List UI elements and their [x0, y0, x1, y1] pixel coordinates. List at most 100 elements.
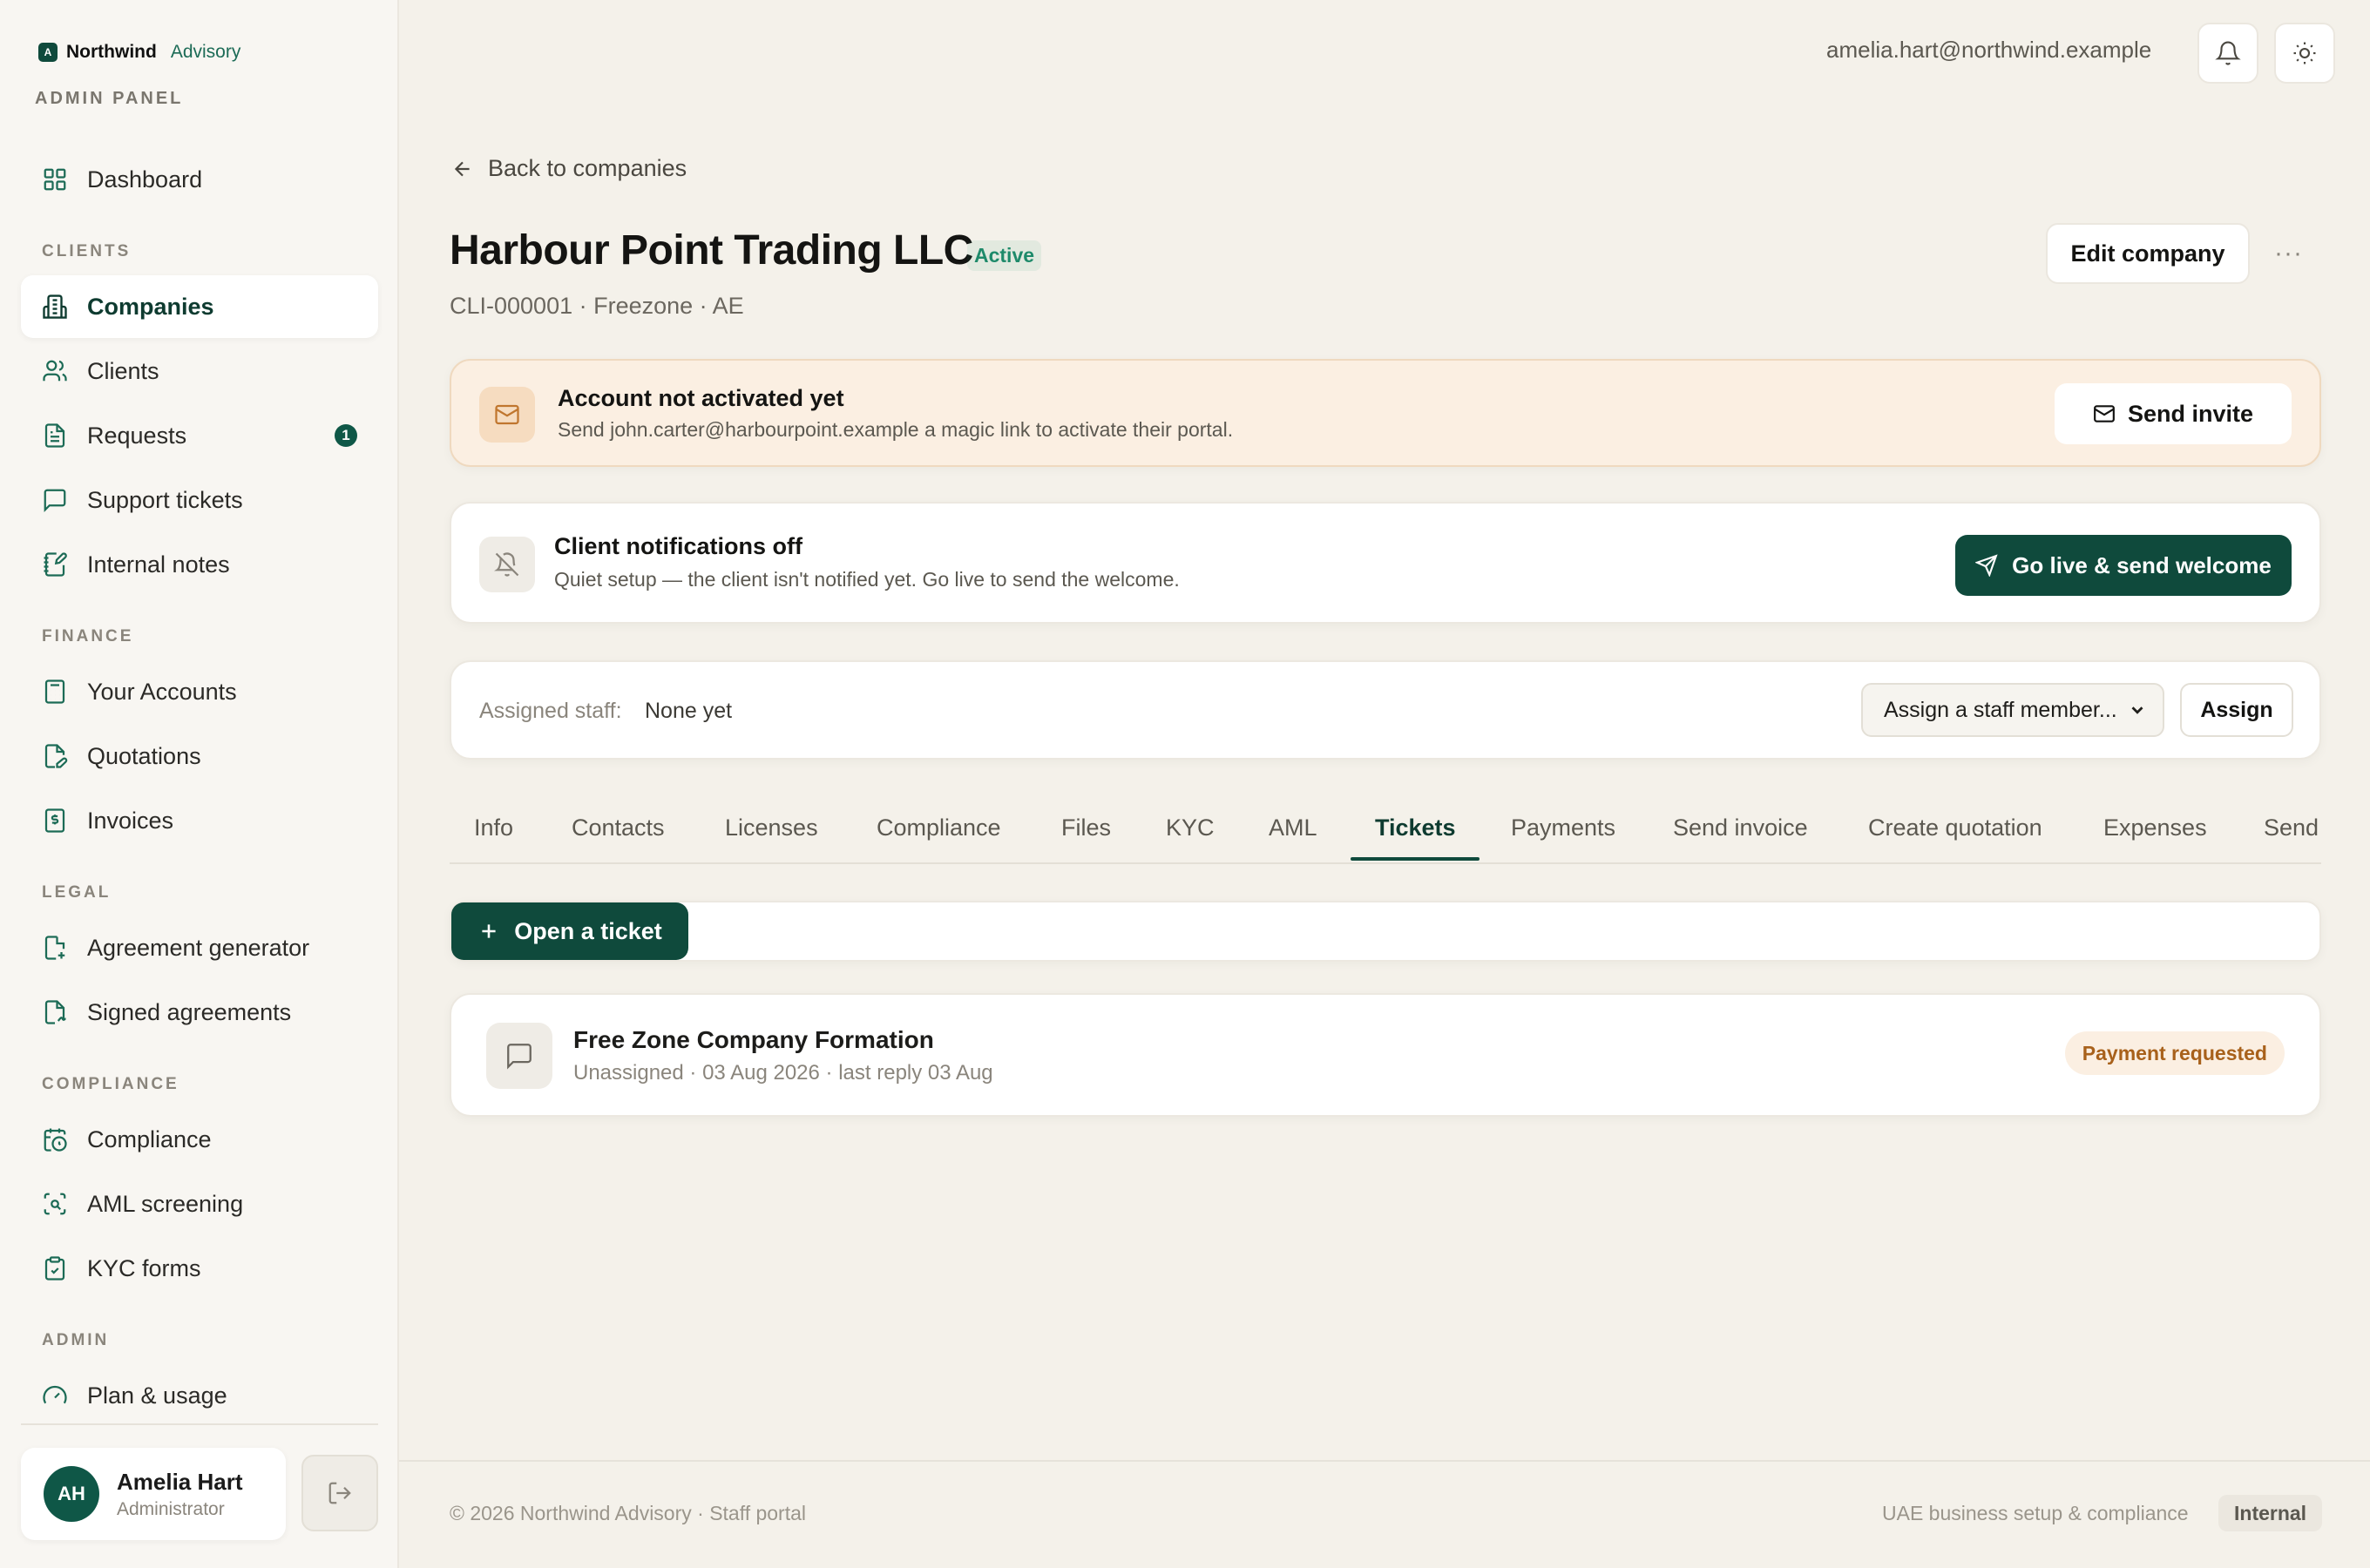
go-live-button[interactable]: Go live & send welcome	[1955, 535, 2292, 596]
sidebar-item-label: Compliance	[87, 1125, 212, 1152]
tab-files[interactable]: Files	[1061, 793, 1111, 862]
sidebar-item-requests[interactable]: Requests 1	[21, 404, 378, 467]
tab-payments[interactable]: Payments	[1511, 793, 1615, 862]
message-square-icon	[42, 487, 68, 513]
sidebar: A Northwind Advisory ADMIN PANEL Dashboa…	[0, 0, 399, 1568]
tab-send[interactable]: Send	[2264, 793, 2319, 862]
avatar: AH	[44, 1466, 99, 1522]
alert-icon-box	[479, 387, 535, 443]
file-signature-icon	[42, 999, 68, 1025]
active-tab-indicator	[1351, 857, 1480, 861]
ticket-list-item[interactable]: Free Zone Company Formation Unassigned ·…	[450, 993, 2321, 1117]
user-role: Administrator	[117, 1498, 225, 1519]
tab-licenses[interactable]: Licenses	[725, 793, 818, 862]
mail-icon	[494, 402, 520, 428]
brand-name: Northwind	[66, 42, 157, 62]
current-user-email: amelia.hart@northwind.example	[1826, 37, 2152, 63]
sidebar-item-your-accounts[interactable]: Your Accounts	[21, 660, 378, 723]
sidebar-item-label: Invoices	[87, 807, 174, 834]
calendar-clock-icon	[42, 1126, 68, 1152]
user-card[interactable]: AH Amelia Hart Administrator	[21, 1448, 286, 1540]
tab-create-quotation[interactable]: Create quotation	[1868, 793, 2042, 862]
sidebar-item-agreement-generator[interactable]: Agreement generator	[21, 916, 378, 979]
ticket-toolbar	[450, 901, 2321, 962]
sidebar-item-clients[interactable]: Clients	[21, 340, 378, 402]
sidebar-item-dashboard[interactable]: Dashboard	[21, 148, 378, 211]
admin-panel-label: ADMIN PANEL	[35, 89, 184, 108]
tab-tickets[interactable]: Tickets	[1375, 793, 1456, 862]
page-title: Harbour Point Trading LLC	[450, 227, 973, 274]
edit-company-button[interactable]: Edit company	[2046, 223, 2250, 284]
ticket-title: Free Zone Company Formation	[573, 1026, 934, 1053]
scan-search-icon	[42, 1191, 68, 1217]
open-ticket-label: Open a ticket	[514, 917, 662, 944]
staff-member-select[interactable]: Assign a staff member...	[1861, 683, 2164, 737]
sidebar-item-label: AML screening	[87, 1190, 244, 1217]
section-clients: CLIENTS	[42, 242, 132, 260]
sidebar-item-label: Agreement generator	[87, 934, 310, 961]
sidebar-item-internal-notes[interactable]: Internal notes	[21, 533, 378, 596]
brand-mark: A	[38, 43, 58, 62]
chevron-down-icon	[2128, 700, 2147, 720]
sidebar-item-label: Clients	[87, 357, 159, 384]
back-to-companies-link[interactable]: Back to companies	[451, 155, 687, 182]
tab-expenses[interactable]: Expenses	[2103, 793, 2207, 862]
sidebar-item-quotations[interactable]: Quotations	[21, 725, 378, 787]
company-tabs: Info Contacts Licenses Compliance Files …	[450, 793, 2321, 864]
sidebar-item-label: Requests	[87, 422, 187, 449]
company-meta: CLI-000001 · Freezone · AE	[450, 293, 744, 319]
grid-icon	[42, 166, 68, 193]
tab-kyc[interactable]: KYC	[1166, 793, 1215, 862]
building-icon	[42, 294, 68, 320]
assigned-staff-value: None yet	[645, 699, 733, 723]
mail-icon	[2093, 402, 2116, 425]
sidebar-item-companies[interactable]: Companies	[21, 275, 378, 338]
sidebar-item-compliance[interactable]: Compliance	[21, 1108, 378, 1171]
more-options-button[interactable]: ···	[2274, 239, 2303, 268]
go-live-label: Go live & send welcome	[2012, 551, 2272, 578]
sidebar-item-invoices[interactable]: Invoices	[21, 789, 378, 852]
sun-icon	[2292, 40, 2318, 66]
footer-divider	[399, 1460, 2370, 1462]
calculator-icon	[42, 679, 68, 705]
theme-toggle-button[interactable]	[2274, 23, 2335, 84]
assign-button[interactable]: Assign	[2180, 683, 2293, 737]
section-compliance: COMPLIANCE	[42, 1075, 179, 1093]
footer-tagline: UAE business setup & compliance	[1882, 1502, 2189, 1524]
open-ticket-button[interactable]: Open a ticket	[451, 902, 688, 960]
ticket-status-badge: Payment requested	[2064, 1031, 2285, 1075]
send-invite-button[interactable]: Send invite	[2055, 383, 2292, 444]
sidebar-item-support-tickets[interactable]: Support tickets	[21, 469, 378, 531]
sidebar-item-signed-agreements[interactable]: Signed agreements	[21, 981, 378, 1044]
sidebar-item-aml-screening[interactable]: AML screening	[21, 1173, 378, 1235]
sidebar-item-label: Plan & usage	[87, 1382, 227, 1409]
back-link-label: Back to companies	[488, 155, 687, 181]
bell-off-icon	[494, 551, 520, 578]
footer-copyright: © 2026 Northwind Advisory · Staff portal	[450, 1502, 807, 1524]
tab-send-invoice[interactable]: Send invoice	[1673, 793, 1808, 862]
plus-icon	[477, 920, 500, 943]
logout-button[interactable]	[301, 1455, 378, 1531]
requests-count-badge: 1	[335, 424, 357, 447]
send-icon	[1975, 554, 1998, 577]
sidebar-item-plan-usage[interactable]: Plan & usage	[21, 1364, 378, 1427]
tab-compliance[interactable]: Compliance	[877, 793, 1001, 862]
tab-aml[interactable]: AML	[1269, 793, 1317, 862]
alert-title: Client notifications off	[554, 533, 802, 559]
notifications-button[interactable]	[2197, 23, 2258, 84]
receipt-dollar-icon	[42, 808, 68, 834]
sidebar-item-label: Quotations	[87, 742, 201, 769]
brand-sub: Advisory	[170, 42, 241, 62]
tab-contacts[interactable]: Contacts	[572, 793, 665, 862]
brand-logo[interactable]: A Northwind Advisory	[38, 42, 240, 63]
arrow-left-icon	[451, 158, 474, 180]
status-badge: Active	[967, 240, 1042, 271]
sidebar-item-label: Companies	[87, 293, 214, 320]
section-admin: ADMIN	[42, 1331, 110, 1349]
sidebar-item-label: Dashboard	[87, 166, 203, 193]
tab-info[interactable]: Info	[474, 793, 513, 862]
sidebar-item-kyc-forms[interactable]: KYC forms	[21, 1237, 378, 1300]
staff-select-value: Assign a staff member...	[1884, 697, 2117, 722]
sidebar-item-label: Signed agreements	[87, 998, 292, 1025]
bell-icon	[2215, 40, 2241, 66]
